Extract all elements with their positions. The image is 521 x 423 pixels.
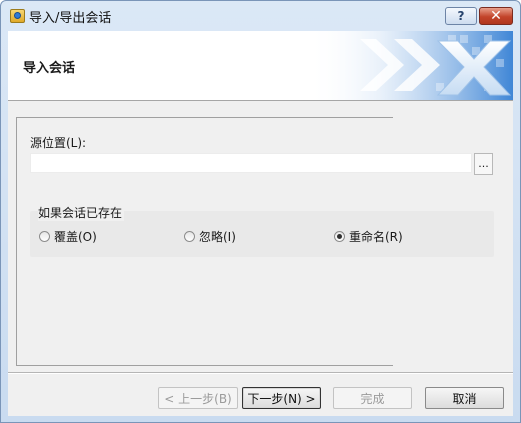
source-location-input[interactable] (30, 153, 472, 173)
radio-ignore-circle[interactable] (184, 231, 195, 242)
source-location-label: 源位置(L): (30, 136, 87, 150)
close-button[interactable]: ✕ (479, 7, 513, 25)
radio-overwrite[interactable]: 覆盖(O) (39, 228, 97, 245)
next-button[interactable]: 下一步(N) > (242, 387, 321, 409)
dialog-client-area: 导入会话 源位置(L): ... 如果会话已存在 覆盖(O) 忽略(I) 重命名… (8, 31, 513, 416)
back-button[interactable]: < 上一步(B) (158, 387, 238, 409)
import-export-dialog: 导入/导出会话 ? ✕ 导入会话 源位置(L): ... 如果会话已存在 覆盖(… (0, 0, 521, 423)
header-banner: 导入会话 (8, 31, 513, 101)
banner-logo-graphic (308, 31, 513, 100)
title-bar[interactable]: 导入/导出会话 ? ✕ (1, 1, 520, 29)
radio-rename-circle[interactable] (334, 231, 345, 242)
browse-button[interactable]: ... (474, 153, 493, 175)
radio-ignore-label: 忽略(I) (199, 230, 236, 244)
radio-ignore[interactable]: 忽略(I) (184, 228, 236, 245)
banner-heading: 导入会话 (23, 61, 76, 76)
radio-rename[interactable]: 重命名(R) (334, 228, 403, 245)
button-separator (8, 372, 513, 373)
radio-overwrite-label: 覆盖(O) (54, 230, 97, 244)
finish-button[interactable]: 完成 (333, 387, 412, 409)
app-icon (10, 9, 25, 23)
help-button[interactable]: ? (445, 7, 477, 25)
radio-rename-label: 重命名(R) (349, 230, 403, 244)
cancel-button[interactable]: 取消 (425, 387, 504, 409)
radio-overwrite-circle[interactable] (39, 231, 50, 242)
window-title: 导入/导出会话 (29, 11, 112, 26)
if-session-exists-title: 如果会话已存在 (38, 204, 125, 221)
